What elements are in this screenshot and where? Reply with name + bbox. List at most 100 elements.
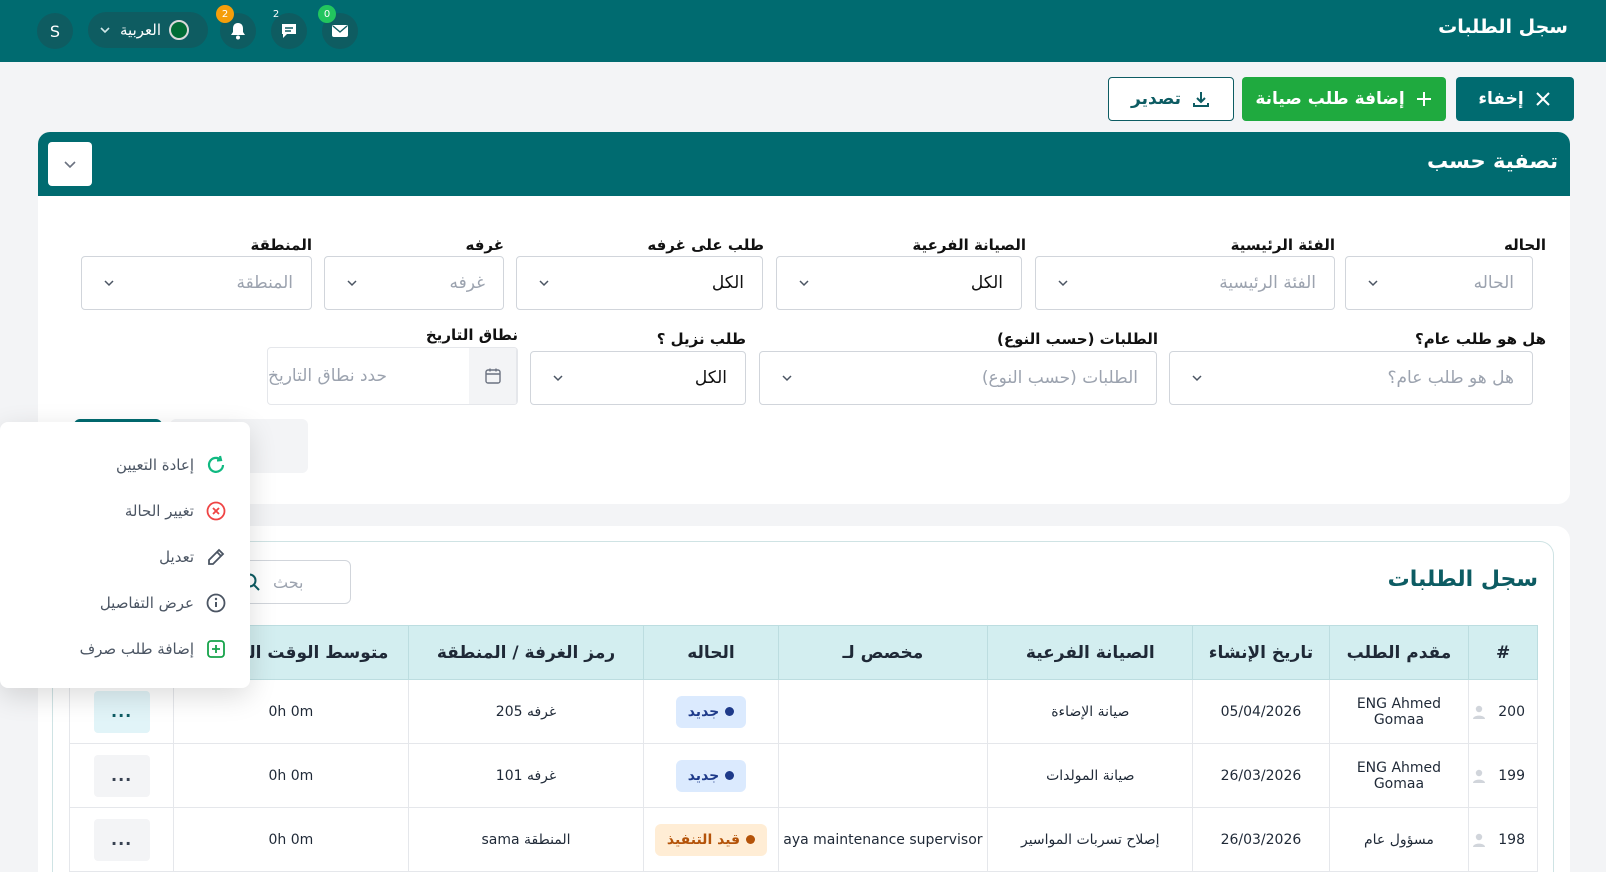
requests-table-title: سجل الطلبات xyxy=(1387,567,1538,592)
sub-maintenance-cell: صيانة الإضاءة xyxy=(987,679,1194,744)
notifications-button[interactable]: 2 xyxy=(216,5,256,49)
filter-guest-request-value: الكل xyxy=(694,368,727,388)
row-actions-cell: ... xyxy=(68,807,175,872)
filter-label-sub-maintenance: الصيانة الفرعية xyxy=(912,236,1026,254)
x-circle-icon xyxy=(204,499,228,523)
request-id: 199 xyxy=(1498,767,1525,784)
col-header-assigned[interactable]: مخصص لـ xyxy=(777,625,989,680)
chevron-down-icon xyxy=(1058,280,1068,287)
menu-item-view-details[interactable]: عرض التفاصيل xyxy=(100,591,228,615)
date-range-picker[interactable]: حدد نطاق التاريخ xyxy=(267,347,518,405)
chevron-down-icon xyxy=(1368,280,1378,287)
filter-request-type-select[interactable]: الطلبات (حسب النوع) xyxy=(759,351,1157,405)
col-header-requester[interactable]: مقدم الطلب xyxy=(1328,625,1470,680)
table-search-input[interactable]: بحث xyxy=(240,560,351,604)
export-button[interactable]: تصدير xyxy=(1108,77,1234,121)
requests-table: متوسط الوقت اللازم ل رمز الغرفة / المنطق… xyxy=(68,625,1538,872)
date-range-input[interactable]: حدد نطاق التاريخ xyxy=(268,348,469,404)
row-actions-button[interactable]: ... xyxy=(93,690,150,733)
filter-request-type-value: الطلبات (حسب النوع) xyxy=(981,368,1138,388)
status-dot xyxy=(725,771,735,780)
filter-room-request-value: الكل xyxy=(711,273,744,293)
chevron-down-icon xyxy=(64,161,76,169)
search-placeholder: بحث xyxy=(273,572,304,592)
menu-item-edit[interactable]: تعديل xyxy=(159,545,228,569)
filter-status-select[interactable]: الحاله xyxy=(1345,256,1533,310)
col-header-id[interactable]: # xyxy=(1468,625,1538,680)
menu-item-change-status[interactable]: تغيير الحالة xyxy=(125,499,228,523)
user-avatar[interactable]: S xyxy=(37,13,73,49)
messages-badge: 2 xyxy=(272,8,280,20)
menu-item-label: إعادة التعيين xyxy=(116,456,194,474)
menu-item-label: إضافة طلب صرف xyxy=(79,640,194,658)
filter-room-select[interactable]: غرفه xyxy=(324,256,504,310)
id-cell: 200 xyxy=(1468,679,1538,744)
filter-room-request-select[interactable]: الكل xyxy=(516,256,763,310)
filter-area-value: المنطقة xyxy=(236,273,293,293)
row-actions-button[interactable]: ... xyxy=(93,818,150,861)
filter-label-main-category: الفئة الرئيسية xyxy=(1230,236,1335,254)
col-header-status[interactable]: الحاله xyxy=(643,625,779,680)
room-area-cell: غرفه 205 xyxy=(407,679,645,744)
created-date-cell: 26/03/2026 xyxy=(1192,743,1330,808)
table-row[interactable]: ... 0h 0m غرفه 101 جديد صيانة المولدات 2… xyxy=(68,743,1538,808)
assigned-cell xyxy=(777,679,989,744)
language-selector[interactable]: العربية xyxy=(88,12,208,48)
status-badge: جديد xyxy=(675,759,747,792)
filter-general-request-select[interactable]: هل هو طلب عام؟ xyxy=(1169,351,1533,405)
status-dot xyxy=(746,835,756,844)
created-date-cell: 05/04/2026 xyxy=(1192,679,1330,744)
col-header-created[interactable]: تاريخ الإنشاء xyxy=(1192,625,1330,680)
filter-guest-request-select[interactable]: الكل xyxy=(530,351,746,405)
export-label: تصدير xyxy=(1131,89,1181,109)
table-row[interactable]: ... 0h 0m غرفه 205 جديد صيانة الإضاءة 05… xyxy=(68,679,1538,744)
chevron-down-icon xyxy=(347,280,357,287)
filter-header xyxy=(38,132,1570,196)
filter-label-status: الحاله xyxy=(1504,236,1546,254)
notifications-badge: 2 xyxy=(216,5,234,23)
col-header-sub-maintenance[interactable]: الصيانة الفرعية xyxy=(987,625,1194,680)
row-actions-button[interactable]: ... xyxy=(93,754,150,797)
language-label: العربية xyxy=(120,21,161,39)
requester-cell: ENG Ahmed Gomaa xyxy=(1328,743,1470,808)
user-icon xyxy=(1473,705,1486,719)
chevron-down-icon xyxy=(799,280,809,287)
status-cell: جديد xyxy=(643,679,779,744)
filter-label-general-request: هل هو طلب عام؟ xyxy=(1415,330,1546,348)
status-cell: جديد xyxy=(643,743,779,808)
sub-maintenance-cell: إصلاح تسربات المواسير xyxy=(987,807,1194,872)
collapse-filters-button[interactable] xyxy=(48,142,92,186)
status-badge: جديد xyxy=(675,695,747,728)
user-icon xyxy=(1473,769,1486,783)
chevron-down-icon xyxy=(1192,375,1202,382)
add-maintenance-request-button[interactable]: إضافة طلب صيانة xyxy=(1242,77,1446,121)
user-icon xyxy=(1473,833,1486,847)
mail-button[interactable]: 0 xyxy=(318,5,358,49)
status-text: قيد التنفيذ xyxy=(666,831,741,848)
menu-item-add-disbursement[interactable]: إضافة طلب صرف xyxy=(80,637,228,661)
filter-status-value: الحاله xyxy=(1473,273,1514,293)
plus-square-icon xyxy=(204,637,228,661)
status-text: جديد xyxy=(687,703,720,720)
refresh-icon xyxy=(204,453,228,477)
id-cell: 198 xyxy=(1468,807,1538,872)
calendar-icon[interactable] xyxy=(469,348,517,404)
col-header-room-area[interactable]: رمز الغرفة / المنطقة xyxy=(407,625,645,680)
status-cell: قيد التنفيذ xyxy=(643,807,779,872)
filter-sub-maintenance-select[interactable]: الكل xyxy=(776,256,1022,310)
requester-cell: ENG Ahmed Gomaa xyxy=(1328,679,1470,744)
filter-main-category-select[interactable]: الفئة الرئيسية xyxy=(1035,256,1335,310)
menu-item-label: عرض التفاصيل xyxy=(99,594,194,612)
avg-time-cell: 0h 0m xyxy=(173,679,409,744)
close-icon xyxy=(1535,92,1550,106)
requester-cell: مسؤول عام xyxy=(1328,807,1470,872)
filter-label-guest-request: طلب نزيل ؟ xyxy=(656,330,746,348)
filter-area-select[interactable]: المنطقة xyxy=(81,256,312,310)
table-row[interactable]: ... 0h 0m المنطقة sama قيد التنفيذ aya m… xyxy=(68,807,1538,872)
menu-item-reassign[interactable]: إعادة التعيين xyxy=(116,453,228,477)
hide-filters-button[interactable]: إخفاء xyxy=(1456,77,1574,121)
messages-button[interactable]: 2 xyxy=(271,9,307,49)
filter-title: تصفية حسب xyxy=(1426,149,1558,173)
page-title: سجل الطلبات xyxy=(1438,16,1568,38)
chat-icon xyxy=(282,24,296,38)
